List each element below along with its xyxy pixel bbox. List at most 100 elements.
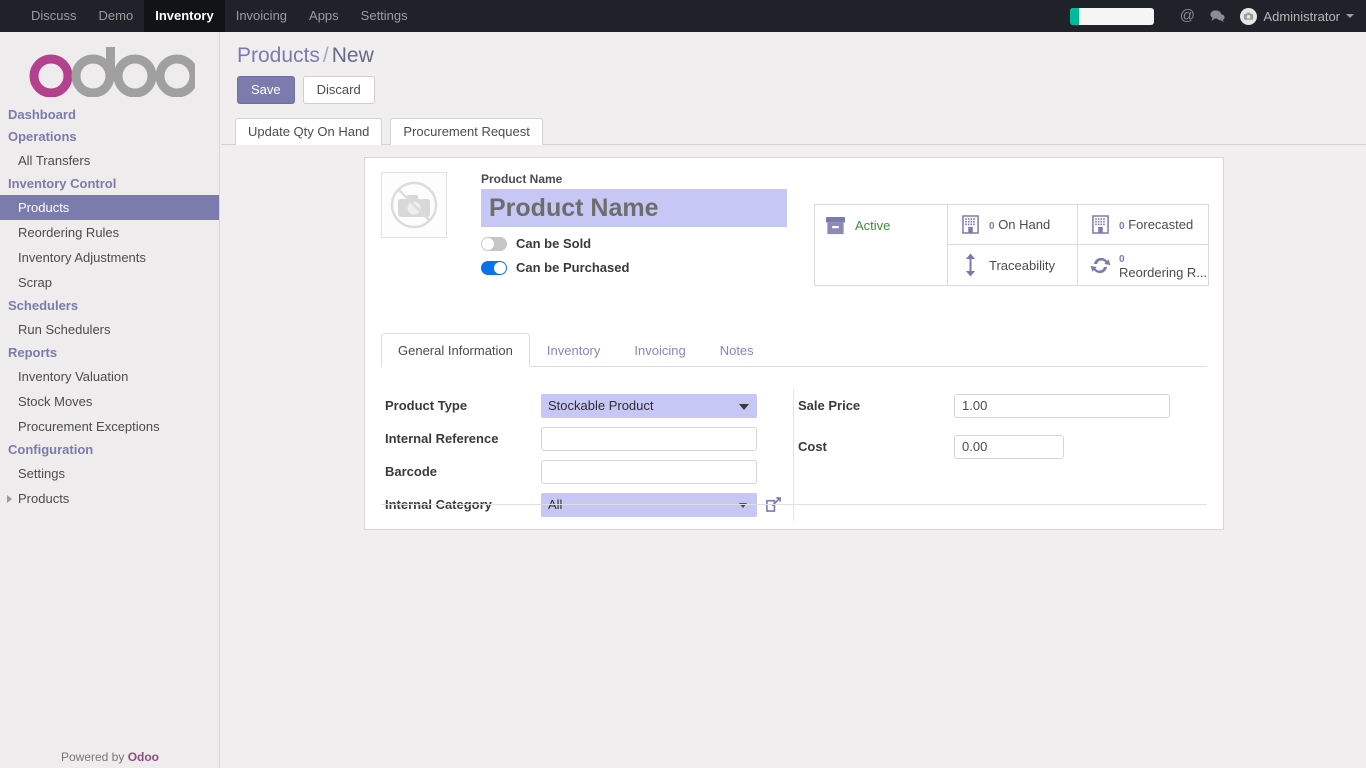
navbar-right-tools: @ Administrator <box>1070 0 1366 32</box>
active-label: Active <box>855 216 890 236</box>
notebook: General Information Inventory Invoicing … <box>381 333 1207 521</box>
can-be-sold-label: Can be Sold <box>516 236 591 251</box>
product-image-placeholder[interactable] <box>381 172 447 238</box>
at-sign-icon[interactable]: @ <box>1172 0 1202 32</box>
stat-label-on-hand: On Hand <box>998 217 1050 232</box>
sidebar-item-config-products[interactable]: Products <box>0 486 219 511</box>
stat-label-reordering-rules: Reordering R... <box>1119 265 1207 280</box>
product-name-input[interactable] <box>481 189 787 227</box>
sidebar: Dashboard Operations All Transfers Inven… <box>0 32 220 768</box>
internal-reference-input[interactable] <box>541 427 757 451</box>
nav-item-apps[interactable]: Apps <box>298 0 350 32</box>
onboarding-progress-bar[interactable] <box>1070 8 1154 25</box>
form-inputs-left: Stockable Product <box>541 389 793 521</box>
top-navbar: Discuss Demo Inventory Invoicing Apps Se… <box>0 0 1366 32</box>
product-type-select[interactable]: Stockable Product <box>541 394 757 418</box>
archive-box-icon <box>825 216 846 236</box>
sidebar-section-dashboard[interactable]: Dashboard <box>0 104 219 126</box>
discard-button[interactable]: Discard <box>303 76 375 104</box>
stat-button-reordering-rules[interactable]: 0 Reordering R... <box>1078 245 1208 285</box>
form-column-left: Product Type Internal Reference Barcode … <box>381 389 794 521</box>
sheet-divider <box>381 504 1207 505</box>
sidebar-item-run-schedulers[interactable]: Run Schedulers <box>0 317 219 342</box>
breadcrumb: Products/New <box>221 32 1366 68</box>
sidebar-item-reordering-rules[interactable]: Reordering Rules <box>0 220 219 245</box>
avatar <box>1240 8 1257 25</box>
can-be-purchased-toggle[interactable] <box>481 261 507 275</box>
product-type-value: Stockable Product <box>548 398 654 413</box>
barcode-input[interactable] <box>541 460 757 484</box>
sidebar-item-procurement-exceptions[interactable]: Procurement Exceptions <box>0 414 219 439</box>
stat-value-on-hand: 0 <box>989 221 995 232</box>
tab-invoicing[interactable]: Invoicing <box>617 333 702 366</box>
user-menu[interactable]: Administrator <box>1232 8 1354 25</box>
sidebar-item-settings[interactable]: Settings <box>0 461 219 486</box>
stat-label-forecasted: Forecasted <box>1128 217 1193 232</box>
tab-general-information[interactable]: General Information <box>381 333 530 367</box>
building-icon <box>958 215 982 234</box>
stat-button-traceability[interactable]: Traceability <box>948 245 1078 285</box>
sidebar-item-products[interactable]: Products <box>0 195 219 220</box>
sidebar-section-schedulers: Schedulers <box>0 295 219 317</box>
stat-button-box: Active <box>814 204 1209 286</box>
sidebar-section-inventory-control: Inventory Control <box>0 173 219 195</box>
label-sale-price: Sale Price <box>798 389 954 422</box>
breadcrumb-current: New <box>332 44 374 67</box>
sidebar-section-reports: Reports <box>0 342 219 364</box>
nav-item-discuss[interactable]: Discuss <box>20 0 88 32</box>
refresh-icon <box>1088 256 1112 275</box>
nav-item-demo[interactable]: Demo <box>88 0 145 32</box>
breadcrumb-separator: / <box>323 44 329 67</box>
nav-item-inventory[interactable]: Inventory <box>144 0 225 32</box>
can-be-sold-toggle[interactable] <box>481 237 507 251</box>
sidebar-item-config-products-label: Products <box>18 491 69 506</box>
sidebar-item-inventory-adjustments[interactable]: Inventory Adjustments <box>0 245 219 270</box>
breadcrumb-parent[interactable]: Products <box>237 44 320 67</box>
sidebar-section-operations: Operations <box>0 126 219 148</box>
odoo-brand-link[interactable]: Odoo <box>128 750 159 764</box>
cost-input[interactable] <box>954 435 1064 459</box>
sidebar-item-all-transfers[interactable]: All Transfers <box>0 148 219 173</box>
stat-value-forecasted: 0 <box>1119 221 1125 232</box>
save-button[interactable]: Save <box>237 76 295 104</box>
procurement-request-button[interactable]: Procurement Request <box>390 118 542 145</box>
general-information-panel: Product Type Internal Reference Barcode … <box>381 367 1207 521</box>
sale-price-input[interactable] <box>954 394 1170 418</box>
user-name: Administrator <box>1263 9 1340 24</box>
action-bar: Save Discard <box>221 68 1366 104</box>
chat-bubble-icon[interactable] <box>1202 0 1232 32</box>
form-labels-right: Sale Price Cost <box>794 389 954 521</box>
can-be-purchased-label: Can be Purchased <box>516 260 629 275</box>
sidebar-item-inventory-valuation[interactable]: Inventory Valuation <box>0 364 219 389</box>
form-inputs-right <box>954 389 1207 521</box>
update-qty-on-hand-button[interactable]: Update Qty On Hand <box>235 118 382 145</box>
no-camera-icon <box>388 179 440 231</box>
sidebar-item-scrap[interactable]: Scrap <box>0 270 219 295</box>
form-column-right: Sale Price Cost <box>794 389 1207 521</box>
notebook-tab-list: General Information Inventory Invoicing … <box>381 333 1207 367</box>
label-internal-reference: Internal Reference <box>385 422 541 455</box>
product-name-label: Product Name <box>481 172 1207 186</box>
tab-inventory[interactable]: Inventory <box>530 333 617 366</box>
up-down-arrows-icon <box>958 253 982 277</box>
active-toggle-button[interactable]: Active <box>815 205 948 285</box>
label-cost: Cost <box>798 422 954 471</box>
sidebar-item-stock-moves[interactable]: Stock Moves <box>0 389 219 414</box>
stat-button-on-hand[interactable]: 0 On Hand <box>948 205 1078 245</box>
odoo-logo[interactable] <box>0 32 219 104</box>
main-content: Products/New Save Discard Update Qty On … <box>221 32 1366 768</box>
stat-value-reordering-rules: 0 <box>1119 254 1125 265</box>
building-icon <box>1088 215 1112 234</box>
nav-item-invoicing[interactable]: Invoicing <box>225 0 298 32</box>
form-labels-left: Product Type Internal Reference Barcode … <box>381 389 541 521</box>
nav-item-settings[interactable]: Settings <box>350 0 419 32</box>
caret-right-icon <box>7 495 12 503</box>
product-form-sheet: Product Name Can be Sold Can be Purchase… <box>364 157 1224 530</box>
powered-by-footer: Powered by Odoo <box>0 750 220 764</box>
label-barcode: Barcode <box>385 455 541 488</box>
sidebar-section-configuration: Configuration <box>0 439 219 461</box>
tab-notes[interactable]: Notes <box>703 333 771 366</box>
navbar-menu-list: Discuss Demo Inventory Invoicing Apps Se… <box>0 0 419 32</box>
form-action-buttons: Update Qty On Hand Procurement Request <box>221 118 1366 145</box>
stat-button-forecasted[interactable]: 0 Forecasted <box>1078 205 1208 245</box>
